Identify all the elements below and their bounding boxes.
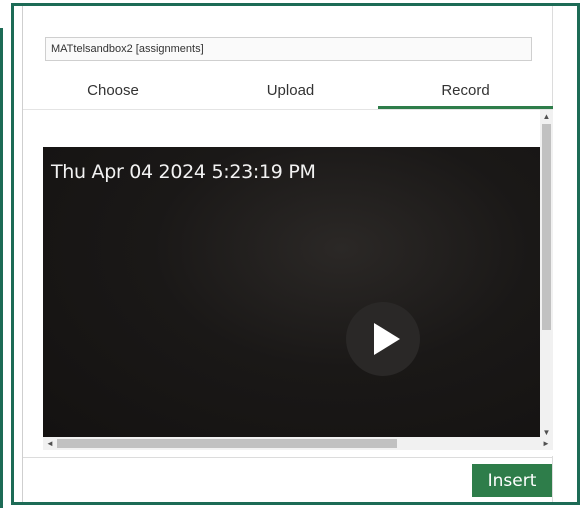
video-preview[interactable]: Thu Apr 04 2024 5:23:19 PM <box>43 147 540 437</box>
play-icon <box>374 323 400 355</box>
video-frame <box>43 147 540 437</box>
vertical-scrollbar[interactable]: ▲ ▼ <box>540 110 553 440</box>
horizontal-scroll-thumb[interactable] <box>57 439 397 448</box>
footer-divider <box>23 457 553 458</box>
media-record-dialog: MATtelsandbox2 [assignments] Choose Uplo… <box>11 3 580 505</box>
scroll-left-icon[interactable]: ◄ <box>43 437 57 450</box>
left-panel-edge <box>0 0 6 508</box>
left-panel-border <box>0 28 3 508</box>
context-field[interactable]: MATtelsandbox2 [assignments] <box>45 37 532 61</box>
tab-bar: Choose Upload Record <box>23 76 553 109</box>
scroll-up-icon[interactable]: ▲ <box>540 110 553 124</box>
video-timestamp: Thu Apr 04 2024 5:23:19 PM <box>51 161 316 183</box>
tab-record-label: Record <box>441 82 490 99</box>
play-button[interactable] <box>346 302 420 376</box>
horizontal-scrollbar[interactable]: ◄ ► <box>43 437 553 450</box>
record-scroll-area[interactable]: Thu Apr 04 2024 5:23:19 PM ▲ ▼ ◄ ► <box>23 110 553 456</box>
tab-upload[interactable]: Upload <box>203 76 378 109</box>
tab-record[interactable]: Record <box>378 76 553 109</box>
insert-button[interactable]: Insert <box>472 464 552 497</box>
tab-choose[interactable]: Choose <box>23 76 203 109</box>
vertical-scroll-thumb[interactable] <box>542 124 551 330</box>
scroll-right-icon[interactable]: ► <box>539 437 553 450</box>
